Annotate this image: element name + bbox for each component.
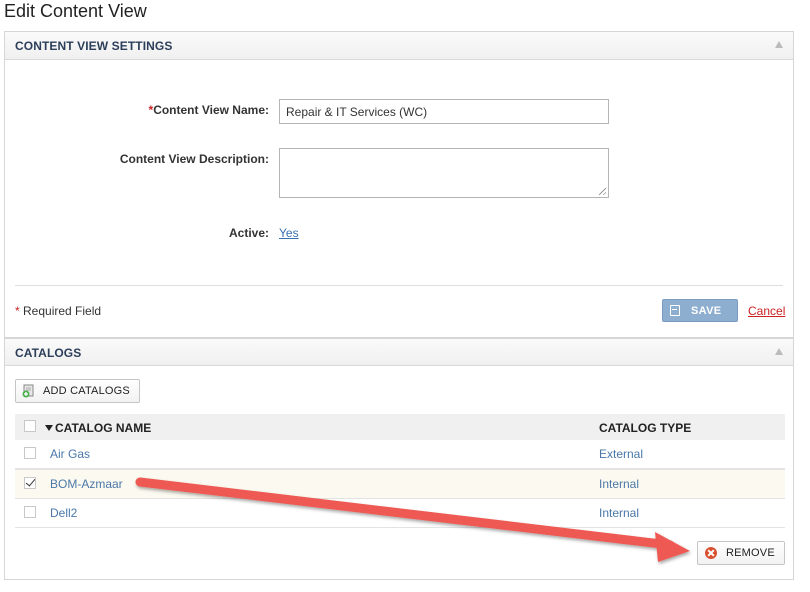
row-checkbox[interactable] bbox=[24, 447, 36, 459]
catalog-type: External bbox=[599, 447, 644, 461]
remove-icon bbox=[705, 547, 717, 559]
table-header: CATALOG NAME CATALOG TYPE bbox=[15, 414, 785, 440]
catalog-type: Internal bbox=[599, 477, 640, 491]
divider bbox=[15, 285, 783, 286]
table-row[interactable]: Air Gas External bbox=[15, 440, 785, 469]
content-view-settings-panel: CONTENT VIEW SETTINGS *Content View Name… bbox=[4, 31, 794, 338]
catalogs-panel-header[interactable]: CATALOGS bbox=[5, 338, 793, 366]
sort-desc-icon bbox=[45, 425, 53, 431]
table-row[interactable]: Dell2 Internal bbox=[15, 499, 785, 528]
page-title: Edit Content View bbox=[4, 1, 147, 21]
content-view-name-label: *Content View Name: bbox=[148, 103, 269, 117]
add-catalogs-label: ADD CATALOGS bbox=[43, 385, 130, 397]
add-catalog-icon bbox=[22, 384, 34, 398]
catalog-name-link[interactable]: BOM-Azmaar bbox=[50, 477, 123, 491]
catalog-name-link[interactable]: Dell2 bbox=[50, 506, 77, 520]
required-field-note: * Required Field bbox=[15, 304, 102, 318]
collapse-icon[interactable] bbox=[775, 348, 783, 355]
catalog-name-link[interactable]: Air Gas bbox=[50, 447, 90, 461]
settings-panel-title: CONTENT VIEW SETTINGS bbox=[15, 39, 173, 53]
row-checkbox[interactable] bbox=[24, 477, 36, 489]
select-all-checkbox[interactable] bbox=[24, 420, 36, 432]
active-label: Active: bbox=[228, 226, 269, 240]
remove-button[interactable]: REMOVE bbox=[697, 541, 785, 565]
row-checkbox[interactable] bbox=[24, 506, 36, 518]
save-button-label: SAVE bbox=[691, 305, 722, 317]
catalogs-table: CATALOG NAME CATALOG TYPE Air Gas Extern… bbox=[15, 414, 785, 528]
active-toggle-link[interactable]: Yes bbox=[279, 226, 299, 240]
content-view-name-input[interactable] bbox=[279, 99, 609, 124]
cancel-link[interactable]: Cancel bbox=[748, 304, 785, 318]
catalog-name-column-header[interactable]: CATALOG NAME bbox=[45, 421, 151, 435]
save-button[interactable]: SAVE bbox=[662, 299, 738, 322]
resize-grip-icon[interactable] bbox=[599, 188, 606, 195]
remove-button-label: REMOVE bbox=[726, 547, 775, 559]
catalogs-panel: CATALOGS ADD CATALOGS CATALOG NAME CATAL… bbox=[4, 338, 794, 580]
settings-panel-header[interactable]: CONTENT VIEW SETTINGS bbox=[5, 32, 793, 60]
table-row[interactable]: BOM-Azmaar Internal bbox=[15, 469, 785, 499]
catalogs-panel-title: CATALOGS bbox=[15, 346, 82, 360]
collapse-icon[interactable] bbox=[775, 41, 783, 48]
content-view-description-label: Content View Description: bbox=[119, 152, 269, 166]
content-view-description-input[interactable] bbox=[279, 148, 609, 198]
catalog-type: Internal bbox=[599, 506, 640, 520]
add-catalogs-button[interactable]: ADD CATALOGS bbox=[15, 379, 140, 403]
save-icon bbox=[670, 305, 680, 316]
catalog-type-column-header[interactable]: CATALOG TYPE bbox=[599, 421, 691, 435]
